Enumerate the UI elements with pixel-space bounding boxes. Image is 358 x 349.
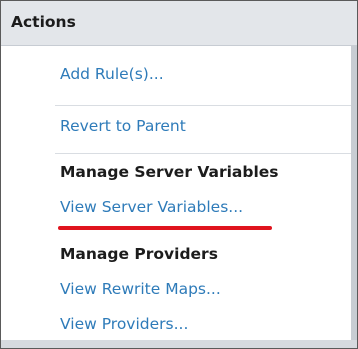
section-divider: [55, 153, 351, 154]
view-rewrite-maps-link[interactable]: View Rewrite Maps...: [60, 280, 221, 298]
highlight-underline: [58, 226, 272, 230]
revert-to-parent-link[interactable]: Revert to Parent: [60, 117, 186, 135]
view-providers-link[interactable]: View Providers...: [60, 315, 188, 333]
add-rules-link[interactable]: Add Rule(s)...: [60, 65, 164, 83]
section-divider: [55, 105, 351, 106]
manage-providers-heading: Manage Providers: [60, 245, 218, 263]
actions-pane: Actions Add Rule(s)... Revert to Parent …: [0, 0, 358, 349]
actions-header: Actions: [1, 1, 357, 46]
pane-bottom-edge: [1, 340, 357, 348]
view-server-variables-link[interactable]: View Server Variables...: [60, 198, 243, 216]
manage-server-variables-heading: Manage Server Variables: [60, 163, 279, 181]
pane-scroll-edge: [351, 45, 357, 348]
actions-title: Actions: [11, 13, 76, 31]
